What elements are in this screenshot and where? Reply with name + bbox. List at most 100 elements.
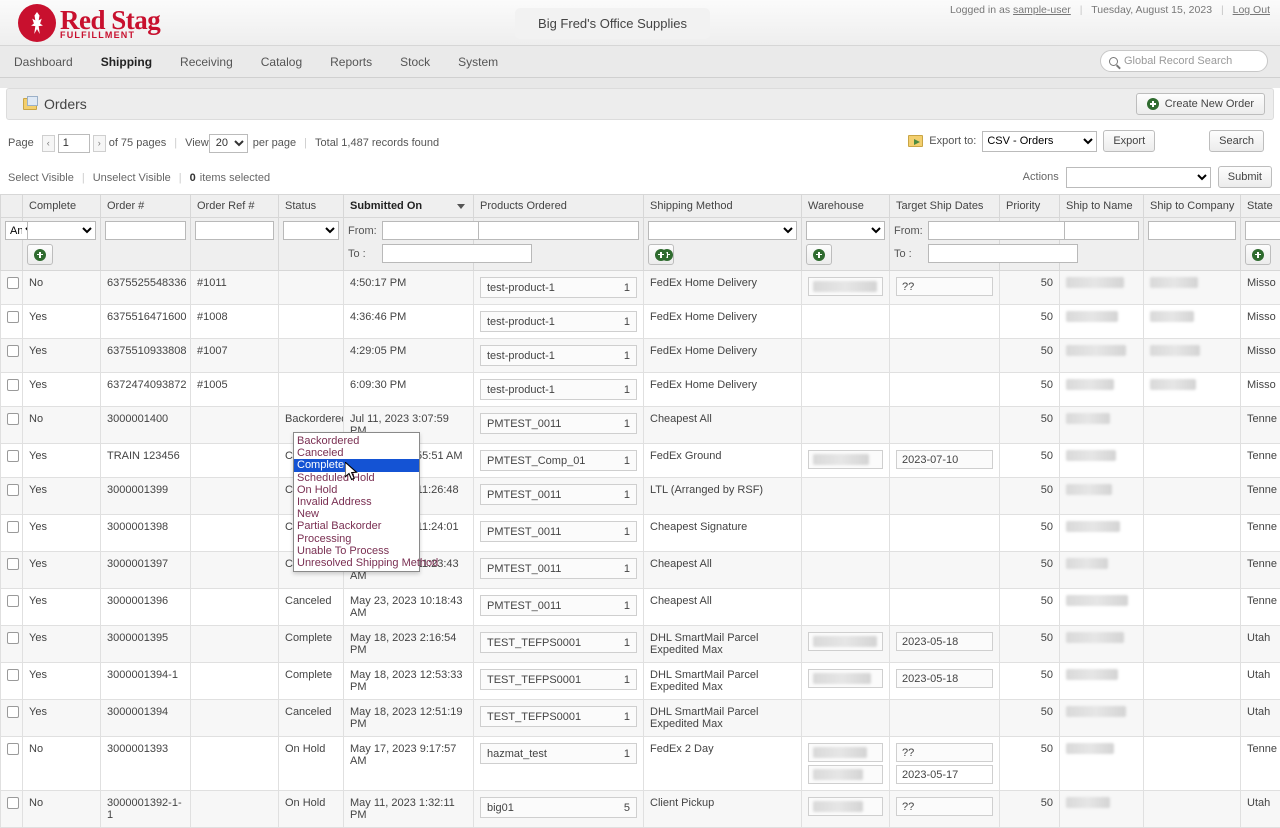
column-header-shipmeth[interactable]: Shipping Method	[644, 195, 802, 218]
table-row[interactable]: No6375525548336#10114:50:17 PMtest-produ…	[1, 271, 1280, 305]
row-checkbox[interactable]	[7, 632, 19, 644]
filter-any[interactable]: Any	[1, 218, 23, 271]
status-option-complete[interactable]: Complete	[294, 459, 419, 471]
status-option-partial-backorder[interactable]: Partial Backorder	[294, 520, 419, 532]
table-row[interactable]: No3000001393On HoldMay 17, 2023 9:17:57 …	[1, 737, 1280, 791]
row-checkbox[interactable]	[7, 706, 19, 718]
column-header-state[interactable]: State	[1241, 195, 1280, 218]
column-header-warehouse[interactable]: Warehouse	[802, 195, 890, 218]
column-header-submitted[interactable]: Submitted On	[344, 195, 474, 218]
filter-order-input[interactable]	[105, 221, 186, 240]
filter-target[interactable]: From: To :	[890, 218, 1000, 271]
filter-submitted-to-input[interactable]	[382, 244, 532, 263]
row-checkbox[interactable]	[7, 413, 19, 425]
column-header-status[interactable]: Status	[279, 195, 344, 218]
create-new-order-button[interactable]: Create New Order	[1136, 93, 1265, 115]
nav-item-system[interactable]: System	[444, 46, 512, 78]
brand-logo[interactable]: Red Stag FULFILLMENT	[18, 4, 160, 42]
column-header-priority[interactable]: Priority	[1000, 195, 1060, 218]
column-header-target[interactable]: Target Ship Dates	[890, 195, 1000, 218]
filter-target-from-input[interactable]	[928, 221, 1078, 240]
company-badge[interactable]: Big Fred's Office Supplies	[515, 8, 710, 39]
table-row[interactable]: Yes6372474093872#10056:09:30 PMtest-prod…	[1, 373, 1280, 407]
filter-shipmeth-select[interactable]	[648, 221, 797, 240]
column-header-products[interactable]: Products Ordered	[474, 195, 644, 218]
table-row[interactable]: YesTRAIN 123456CompleteJul 6, 2023 9:55:…	[1, 444, 1280, 478]
table-row[interactable]: No3000001400BackorderedJul 11, 2023 3:07…	[1, 407, 1280, 444]
filter-status-select[interactable]	[283, 221, 339, 240]
table-row[interactable]: Yes3000001395CompleteMay 18, 2023 2:16:5…	[1, 626, 1280, 663]
column-header-complete[interactable]: Complete	[23, 195, 101, 218]
table-row[interactable]: Yes6375516471600#10084:36:46 PMtest-prod…	[1, 305, 1280, 339]
filter-warehouse-select[interactable]	[806, 221, 885, 240]
nav-item-shipping[interactable]: Shipping	[87, 46, 166, 78]
row-checkbox[interactable]	[7, 379, 19, 391]
column-header-shipname[interactable]: Ship to Name	[1060, 195, 1144, 218]
logout-link[interactable]: Log Out	[1233, 4, 1270, 16]
row-checkbox[interactable]	[7, 595, 19, 607]
table-row[interactable]: Yes3000001399CanceledJun 14, 2023 11:26:…	[1, 478, 1280, 515]
row-checkbox[interactable]	[7, 558, 19, 570]
row-checkbox[interactable]	[7, 345, 19, 357]
nav-item-receiving[interactable]: Receiving	[166, 46, 247, 78]
filter-shipname-input[interactable]	[1064, 221, 1139, 240]
row-checkbox[interactable]	[7, 277, 19, 289]
select-visible-link[interactable]: Select Visible	[8, 172, 74, 184]
filter-state-input[interactable]	[1245, 221, 1280, 240]
filter-status[interactable]	[279, 218, 344, 271]
row-checkbox[interactable]	[7, 450, 19, 462]
filter-state-add-button[interactable]	[1245, 244, 1271, 265]
status-option-unable-to-process[interactable]: Unable To Process	[294, 545, 419, 557]
filter-submitted[interactable]: From: To :	[344, 218, 474, 271]
status-option-backordered[interactable]: Backordered	[294, 435, 419, 447]
page-number-input[interactable]	[58, 134, 90, 153]
filter-order[interactable]	[101, 218, 191, 271]
filter-products-input[interactable]	[478, 221, 639, 240]
column-header-orderref[interactable]: Order Ref #	[191, 195, 279, 218]
filter-complete-add-button[interactable]	[27, 244, 53, 265]
status-option-unresolved-shipping-method[interactable]: Unresolved Shipping Method	[294, 557, 419, 569]
prev-page-button[interactable]: ‹	[42, 135, 55, 152]
filter-warehouse[interactable]	[802, 218, 890, 271]
table-row[interactable]: Yes3000001394-1CompleteMay 18, 2023 12:5…	[1, 663, 1280, 700]
table-row[interactable]: Yes3000001396CanceledMay 23, 2023 10:18:…	[1, 589, 1280, 626]
nav-item-stock[interactable]: Stock	[386, 46, 444, 78]
column-header-check[interactable]	[1, 195, 23, 218]
status-option-canceled[interactable]: Canceled	[294, 447, 419, 459]
row-checkbox[interactable]	[7, 797, 19, 809]
column-header-order[interactable]: Order #	[101, 195, 191, 218]
status-option-scheduled-hold[interactable]: Scheduled Hold	[294, 472, 419, 484]
filter-target-to-input[interactable]	[928, 244, 1078, 263]
table-row[interactable]: Yes3000001398CanceledJun 14, 2023 11:24:…	[1, 515, 1280, 552]
global-search-input[interactable]: Global Record Search	[1100, 50, 1268, 72]
status-option-processing[interactable]: Processing	[294, 533, 419, 545]
table-row[interactable]: Yes3000001397CanceledJun 14, 2023 11:23:…	[1, 552, 1280, 589]
nav-item-catalog[interactable]: Catalog	[247, 46, 316, 78]
nav-item-reports[interactable]: Reports	[316, 46, 386, 78]
nav-item-dashboard[interactable]: Dashboard	[0, 46, 87, 78]
filter-state[interactable]	[1241, 218, 1280, 271]
next-page-button[interactable]: ›	[93, 135, 106, 152]
row-checkbox[interactable]	[7, 521, 19, 533]
row-checkbox[interactable]	[7, 311, 19, 323]
table-row[interactable]: Yes6375510933808#10074:29:05 PMtest-prod…	[1, 339, 1280, 373]
unselect-visible-link[interactable]: Unselect Visible	[93, 172, 171, 184]
actions-select[interactable]	[1066, 167, 1211, 188]
filter-complete-select[interactable]	[27, 221, 96, 240]
filter-orderref-input[interactable]	[195, 221, 274, 240]
table-row[interactable]: No3000001392-1-1On HoldMay 11, 2023 1:32…	[1, 791, 1280, 828]
filter-warehouse-add-button[interactable]	[806, 244, 832, 265]
export-format-select[interactable]: CSV - Orders	[982, 131, 1097, 152]
status-option-invalid-address[interactable]: Invalid Address	[294, 496, 419, 508]
current-user-link[interactable]: sample-user	[1013, 4, 1071, 16]
search-button[interactable]: Search	[1209, 130, 1264, 152]
status-option-on-hold[interactable]: On Hold	[294, 484, 419, 496]
row-checkbox[interactable]	[7, 743, 19, 755]
status-filter-dropdown[interactable]: BackorderedCanceledCompleteScheduled Hol…	[293, 432, 420, 572]
filter-shipco[interactable]	[1144, 218, 1241, 271]
export-button[interactable]: Export	[1103, 130, 1155, 152]
filter-orderref[interactable]	[191, 218, 279, 271]
per-page-select[interactable]: 20	[209, 134, 248, 153]
status-option-new[interactable]: New	[294, 508, 419, 520]
table-row[interactable]: Yes3000001394CanceledMay 18, 2023 12:51:…	[1, 700, 1280, 737]
